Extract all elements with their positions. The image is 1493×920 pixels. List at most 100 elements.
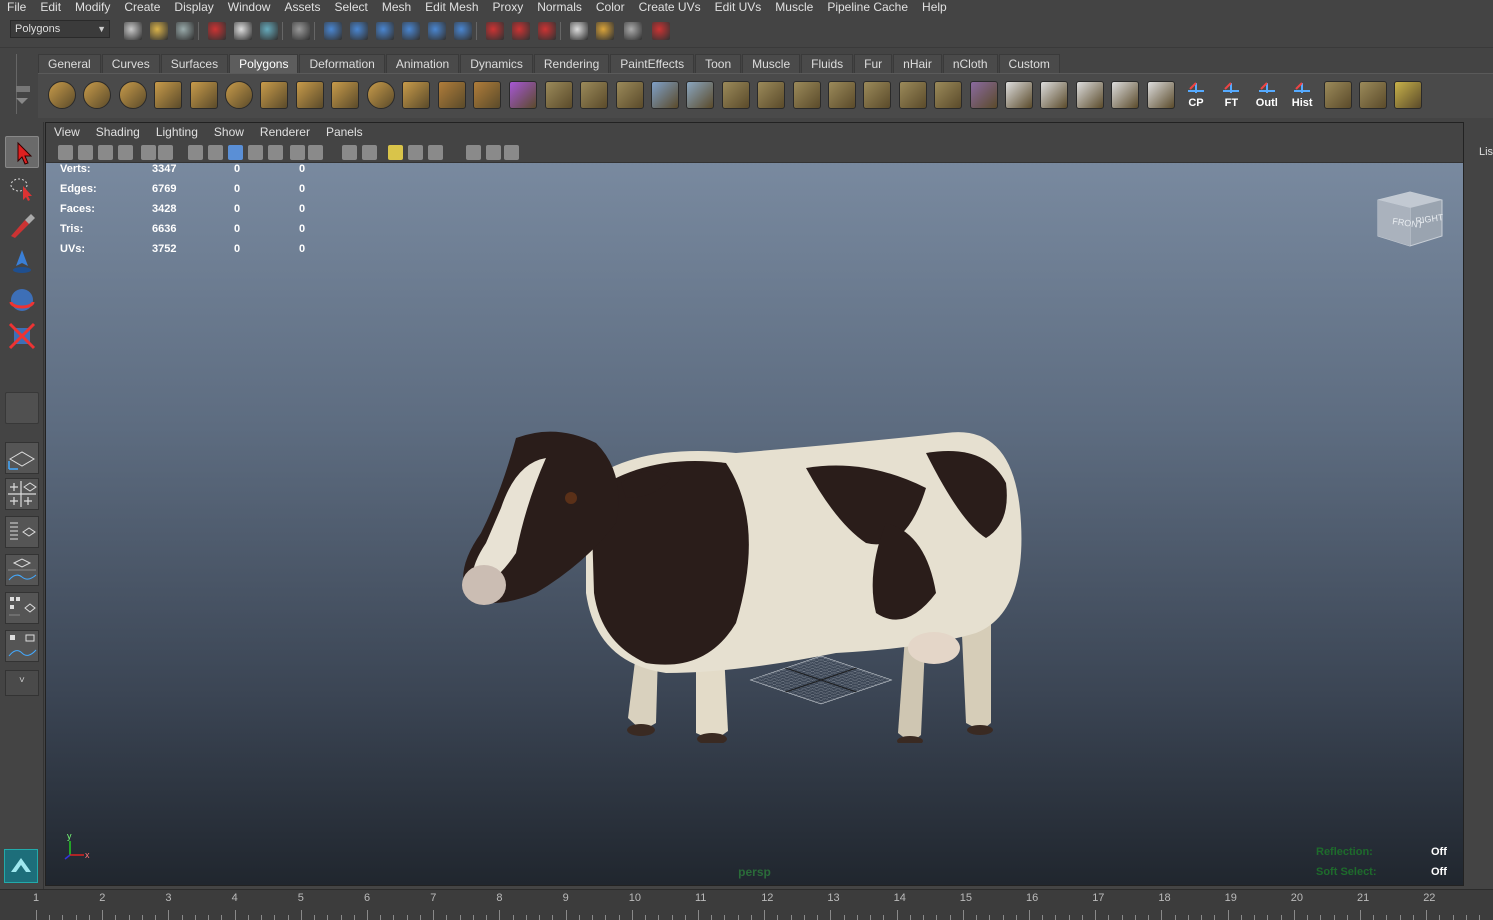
- helix-icon[interactable]: [331, 81, 360, 109]
- menu-muscle[interactable]: Muscle: [768, 0, 820, 14]
- selection-mask-icon[interactable]: [624, 22, 642, 40]
- menu-select[interactable]: Select: [327, 0, 374, 14]
- graph-persp-layout-button[interactable]: [5, 554, 39, 586]
- wireframe-icon[interactable]: [208, 145, 223, 160]
- shelf-menu-icon[interactable]: [16, 86, 30, 92]
- isolate-select-icon[interactable]: [362, 145, 377, 160]
- cow-model[interactable]: [406, 293, 1026, 743]
- tab-dynamics[interactable]: Dynamics: [460, 54, 533, 73]
- save-scene-icon[interactable]: [176, 22, 194, 40]
- xray-icon[interactable]: [342, 145, 357, 160]
- tab-deformation[interactable]: Deformation: [299, 54, 385, 73]
- menu-pipeline-cache[interactable]: Pipeline Cache: [820, 0, 915, 14]
- pyramid-icon[interactable]: [260, 81, 289, 109]
- tab-fur[interactable]: Fur: [854, 54, 893, 73]
- help-icon[interactable]: [570, 22, 588, 40]
- grid-toggle-icon[interactable]: [141, 145, 156, 160]
- select-camera-icon[interactable]: [58, 145, 73, 160]
- planar-map-icon[interactable]: [969, 81, 998, 109]
- camera-attributes-icon[interactable]: [78, 145, 93, 160]
- uv-editor-icon[interactable]: [1146, 81, 1175, 109]
- move-tool[interactable]: [5, 246, 39, 278]
- image-plane-icon[interactable]: [118, 145, 133, 160]
- grid-uv-icon[interactable]: [1394, 81, 1423, 109]
- collapse-icon[interactable]: [898, 81, 927, 109]
- panel-menu-renderer[interactable]: Renderer: [252, 123, 318, 142]
- mirror-icon[interactable]: [934, 81, 963, 109]
- quality-icon[interactable]: [466, 145, 481, 160]
- render-graph-layout-button[interactable]: [5, 630, 39, 662]
- menu-normals[interactable]: Normals: [530, 0, 589, 14]
- use-lights-icon[interactable]: [290, 145, 305, 160]
- snap-point-icon[interactable]: [376, 22, 394, 40]
- menu-edit[interactable]: Edit: [33, 0, 68, 14]
- combine-icon[interactable]: [438, 81, 466, 109]
- layout-uv-icon[interactable]: [1323, 81, 1352, 109]
- ipr-icon[interactable]: [512, 22, 530, 40]
- textured-icon[interactable]: [268, 145, 283, 160]
- outliner-icon[interactable]: Outl: [1253, 81, 1281, 109]
- append-icon[interactable]: [615, 81, 644, 109]
- overlay-icon[interactable]: [408, 145, 423, 160]
- cylinder-icon[interactable]: [118, 81, 147, 109]
- menu-color[interactable]: Color: [589, 0, 632, 14]
- outliner-persp-layout-button[interactable]: [5, 516, 39, 548]
- paint-select-tool[interactable]: [5, 210, 39, 242]
- menu-create-uvs[interactable]: Create UVs: [632, 0, 708, 14]
- plane-icon[interactable]: [189, 81, 218, 109]
- unfold-icon[interactable]: [1359, 81, 1387, 109]
- snap-surface-icon[interactable]: [428, 22, 446, 40]
- shadows-icon[interactable]: [308, 145, 323, 160]
- menu-mesh[interactable]: Mesh: [375, 0, 418, 14]
- lasso-tool[interactable]: [5, 172, 39, 204]
- tab-surfaces[interactable]: Surfaces: [160, 54, 229, 73]
- quadrangulate-icon[interactable]: [828, 81, 856, 109]
- menu-create[interactable]: Create: [117, 0, 167, 14]
- construction-history-icon[interactable]: [454, 22, 472, 40]
- insert-loop-icon[interactable]: [686, 81, 715, 109]
- tab-toon[interactable]: Toon: [695, 54, 742, 73]
- tab-curves[interactable]: Curves: [101, 54, 160, 73]
- new-scene-icon[interactable]: [124, 22, 142, 40]
- cube-icon[interactable]: [83, 81, 112, 109]
- tab-custom[interactable]: Custom: [998, 54, 1060, 73]
- platonic-icon[interactable]: [402, 81, 430, 109]
- wire-on-shaded-icon[interactable]: [248, 145, 263, 160]
- tab-nhair[interactable]: nHair: [893, 54, 942, 73]
- menu-file[interactable]: File: [0, 0, 33, 14]
- resolution-gate-icon[interactable]: [188, 145, 203, 160]
- bookmark-icon[interactable]: [98, 145, 113, 160]
- pipe-icon[interactable]: [295, 81, 324, 109]
- tab-muscle[interactable]: Muscle: [742, 54, 801, 73]
- hypershade-persp-layout-button[interactable]: [5, 592, 39, 624]
- soccer-uv-icon[interactable]: [1111, 81, 1140, 109]
- layout-more-button[interactable]: ˅: [5, 670, 39, 696]
- magnet-icon[interactable]: [652, 22, 670, 40]
- texture-gamma-icon[interactable]: [486, 145, 501, 160]
- sphere-icon[interactable]: [48, 81, 76, 109]
- extrude-icon[interactable]: [544, 81, 573, 109]
- ft-icon[interactable]: FT: [1217, 81, 1245, 109]
- cp-icon[interactable]: CP: [1182, 81, 1210, 109]
- cone-icon[interactable]: [154, 81, 183, 109]
- menu-modify[interactable]: Modify: [68, 0, 117, 14]
- panel-menu-panels[interactable]: Panels: [318, 123, 371, 142]
- torus-icon[interactable]: [225, 81, 253, 109]
- perspective-viewport[interactable]: View Shading Lighting Show Renderer Panels Ve…: [45, 122, 1464, 886]
- open-scene-icon[interactable]: [150, 22, 168, 40]
- select-component-icon[interactable]: [260, 22, 278, 40]
- menu-set-select[interactable]: Polygons ▼: [10, 20, 110, 38]
- checker-plus-icon[interactable]: [1040, 81, 1069, 109]
- bridge-icon[interactable]: [580, 81, 609, 109]
- select-object-icon[interactable]: [234, 22, 252, 40]
- checker-minus-icon[interactable]: [1075, 81, 1104, 109]
- smooth-icon[interactable]: [509, 81, 538, 109]
- tab-ncloth[interactable]: nCloth: [942, 54, 998, 73]
- triangulate-icon[interactable]: [792, 81, 821, 109]
- filter-icon[interactable]: [292, 22, 310, 40]
- lock-icon[interactable]: [596, 22, 614, 40]
- menu-display[interactable]: Display: [167, 0, 220, 14]
- panel-menu-view[interactable]: View: [46, 123, 88, 142]
- panel-menu-lighting[interactable]: Lighting: [148, 123, 206, 142]
- list-panel-label[interactable]: Lis: [1479, 146, 1493, 158]
